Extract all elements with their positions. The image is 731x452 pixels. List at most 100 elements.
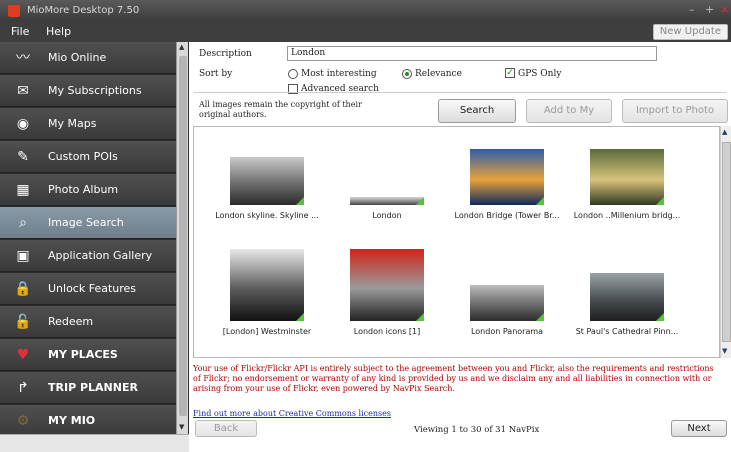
sidebar-item-label: My Maps xyxy=(48,117,97,130)
results-count: Viewing 1 to 30 of 31 NavPix xyxy=(414,425,540,435)
sidebar-scrollbar[interactable]: ▲ ▼ xyxy=(176,42,188,434)
results-grid: London skyline. Skyline ... London London … xyxy=(193,126,720,358)
sidebar-item-my-maps[interactable]: ◉ My Maps xyxy=(0,108,176,140)
sidebar-item-label: Photo Album xyxy=(48,183,119,196)
heart-icon: ♥ xyxy=(16,347,30,363)
next-button[interactable]: Next xyxy=(671,420,727,437)
back-button[interactable]: Back xyxy=(195,420,257,437)
flickr-disclaimer: Your use of Flickr/Flickr API is entirel… xyxy=(193,364,714,393)
result-caption: London Panorama xyxy=(470,327,544,336)
sidebar-item-my-mio[interactable]: ⚙ MY MIO xyxy=(0,405,176,437)
result-thumbnail[interactable] xyxy=(350,249,424,321)
sidebar-item-label: Image Search xyxy=(48,216,124,229)
scroll-up-icon[interactable]: ▲ xyxy=(179,43,184,51)
result-caption: London icons [1] xyxy=(353,327,421,336)
result-thumbnail[interactable] xyxy=(230,157,304,205)
gps-only-checkbox[interactable]: ✓ xyxy=(505,68,515,78)
menu-bar: File Help New Update xyxy=(0,22,731,42)
maximize-icon[interactable]: + xyxy=(705,3,714,16)
result-tile[interactable]: [London] Westminster xyxy=(207,245,327,357)
result-caption: London Bridge (Tower Br... xyxy=(454,211,560,220)
sidebar-item-trip-planner[interactable]: ↱ TRIP PLANNER xyxy=(0,372,176,404)
add-to-my-places-button[interactable]: Add to My Places xyxy=(526,99,612,138)
result-caption: London ..Millenium bridg... xyxy=(573,211,681,220)
description-input[interactable]: London xyxy=(287,46,657,61)
lock-icon: 🔒 xyxy=(14,281,32,297)
menu-file[interactable]: File xyxy=(11,25,29,38)
import-to-photo-album-button[interactable]: Import to Photo Album xyxy=(622,99,728,138)
result-tile[interactable]: London Panorama xyxy=(447,245,567,357)
trip-planner-icon: ↱ xyxy=(17,380,29,396)
result-caption: St Paul's Cathedral Pinn... xyxy=(575,327,679,336)
sidebar-item-image-search[interactable]: ⌕ Image Search xyxy=(0,207,176,239)
result-thumbnail[interactable] xyxy=(470,149,544,205)
scroll-down-icon[interactable]: ▼ xyxy=(179,423,184,431)
sidebar-item-label: My Subscriptions xyxy=(48,84,142,97)
result-tile[interactable]: London ..Millenium bridg... xyxy=(567,135,687,247)
sidebar-item-unlock-features[interactable]: 🔒 Unlock Features xyxy=(0,273,176,305)
sort-most-interesting-radio[interactable] xyxy=(288,69,298,79)
sort-option-label: Relevance xyxy=(415,69,462,79)
custom-poi-icon: ✎ xyxy=(17,149,29,165)
close-icon[interactable]: × xyxy=(720,3,729,16)
window-title: MioMore Desktop 7.50 xyxy=(27,5,140,16)
new-update-button[interactable]: New Update xyxy=(652,24,728,40)
sidebar-item-label: Application Gallery xyxy=(48,249,153,262)
sort-relevance-radio[interactable] xyxy=(402,69,412,79)
app-gallery-icon: ▣ xyxy=(16,248,30,264)
camera-icon: ⌕ xyxy=(19,215,27,231)
result-thumbnail[interactable] xyxy=(350,197,424,205)
result-thumbnail[interactable] xyxy=(590,273,664,321)
sort-by-label: Sort by xyxy=(199,69,233,79)
photo-album-icon: ▦ xyxy=(16,182,30,198)
result-tile[interactable]: London icons [1] xyxy=(327,245,447,357)
sidebar-item-label: MY MIO xyxy=(48,414,96,427)
scroll-down-icon[interactable]: ▼ xyxy=(722,347,727,355)
sidebar-footer xyxy=(0,434,189,452)
result-caption: [London] Westminster xyxy=(222,327,312,336)
result-thumbnail[interactable] xyxy=(230,249,304,321)
result-thumbnail[interactable] xyxy=(470,285,544,321)
sidebar-item-mio-online[interactable]: 〰 Mio Online xyxy=(0,42,176,74)
creative-commons-link[interactable]: Find out more about Creative Commons lic… xyxy=(193,409,391,418)
result-tile[interactable]: London skyline. Skyline ... xyxy=(207,135,327,247)
results-scrollbar[interactable]: ▲ ▼ xyxy=(720,126,731,358)
sidebar-item-my-subscriptions[interactable]: ✉ My Subscriptions xyxy=(0,75,176,107)
search-button[interactable]: Search xyxy=(438,99,516,123)
divider xyxy=(194,92,726,93)
result-tile[interactable]: London xyxy=(327,135,447,247)
scroll-up-icon[interactable]: ▲ xyxy=(722,128,727,136)
description-label: Description xyxy=(199,49,252,59)
sort-option-label: Most interesting xyxy=(301,69,377,79)
sidebar-item-application-gallery[interactable]: ▣ Application Gallery xyxy=(0,240,176,272)
menu-help[interactable]: Help xyxy=(46,25,71,38)
envelope-icon: ✉ xyxy=(17,83,29,99)
sidebar: 〰 Mio Online ✉ My Subscriptions ◉ My Maps ✎ Cus… xyxy=(0,42,189,452)
gear-icon: ⚙ xyxy=(16,413,30,429)
sidebar-scroll-thumb[interactable] xyxy=(179,56,187,416)
result-tile[interactable]: St Paul's Cathedral Pinn... xyxy=(567,245,687,357)
minimize-icon[interactable]: – xyxy=(689,3,695,16)
map-pin-icon: ◉ xyxy=(16,116,30,132)
sidebar-item-label: MY PLACES xyxy=(48,348,118,361)
gps-only-label: GPS Only xyxy=(518,69,562,79)
result-thumbnail[interactable] xyxy=(590,149,664,205)
results-scroll-thumb[interactable] xyxy=(722,142,731,342)
sidebar-item-custom-pois[interactable]: ✎ Custom POIs xyxy=(0,141,176,173)
sidebar-item-photo-album[interactable]: ▦ Photo Album xyxy=(0,174,176,206)
sidebar-item-label: Unlock Features xyxy=(48,282,137,295)
sidebar-item-label: Mio Online xyxy=(48,51,107,64)
sidebar-item-my-places[interactable]: ♥ MY PLACES xyxy=(0,339,176,371)
result-caption: London xyxy=(372,211,402,220)
title-bar: MioMore Desktop 7.50 – + × xyxy=(0,0,731,22)
mio-online-icon: 〰 xyxy=(16,50,30,66)
app-logo-icon xyxy=(8,5,20,17)
result-tile[interactable]: London Bridge (Tower Br... xyxy=(447,135,567,247)
sidebar-item-label: TRIP PLANNER xyxy=(48,381,138,394)
image-search-panel: Description London Sort by Most interest… xyxy=(189,42,731,452)
sidebar-item-label: Custom POIs xyxy=(48,150,118,163)
sidebar-item-label: Redeem xyxy=(48,315,94,328)
redeem-icon: 🔓 xyxy=(14,314,32,330)
copyright-note: All images remain the copyright of their… xyxy=(199,100,362,119)
sidebar-item-redeem[interactable]: 🔓 Redeem xyxy=(0,306,176,338)
